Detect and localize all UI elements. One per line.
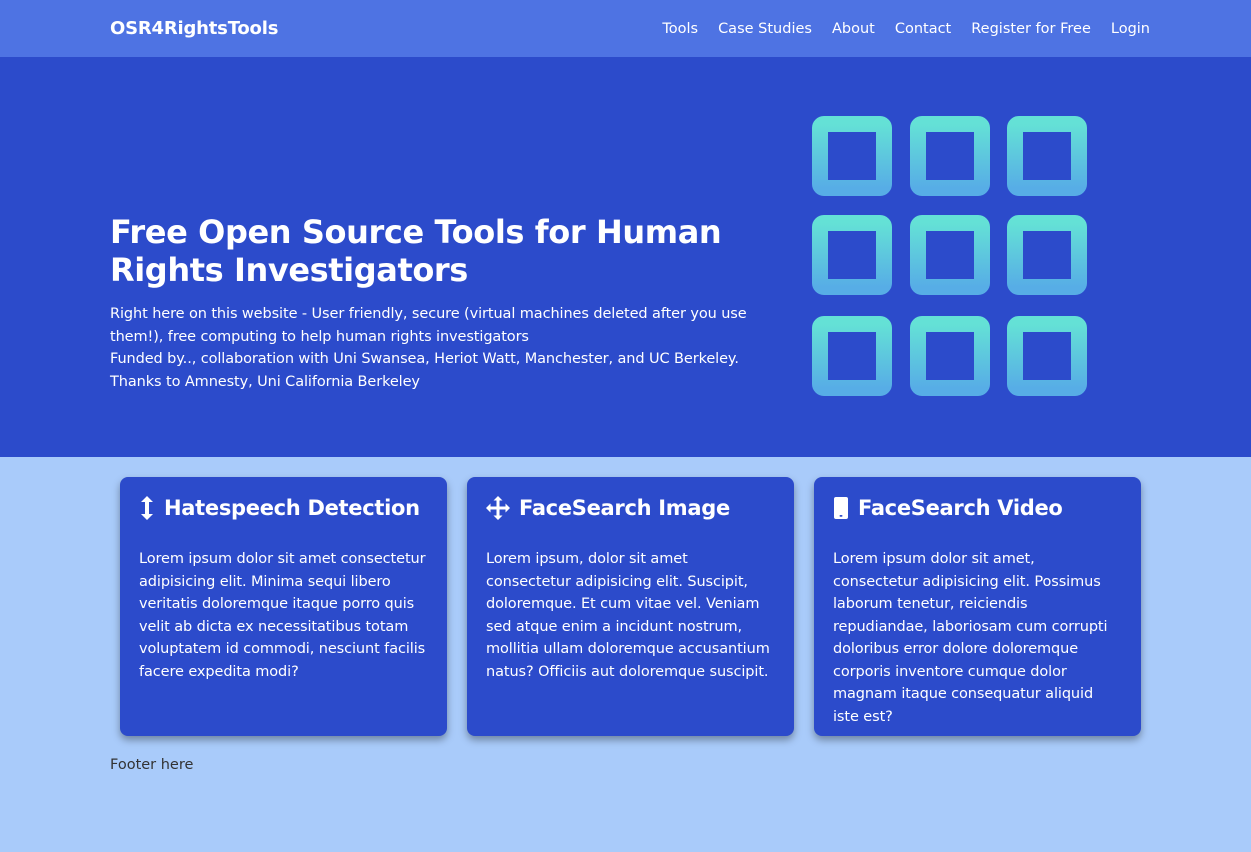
nav-link-register[interactable]: Register for Free [971, 21, 1091, 37]
card-title: FaceSearch Video [858, 496, 1063, 520]
hero-funding: Funded by.., collaboration with Uni Swan… [110, 351, 739, 367]
nav-link-login[interactable]: Login [1111, 21, 1150, 37]
hero-thanks: Thanks to Amnesty, Uni California Berkel… [110, 373, 420, 390]
nav-link-case-studies[interactable]: Case Studies [718, 21, 812, 37]
card-title: FaceSearch Image [519, 496, 730, 520]
card-body: Lorem ipsum dolor sit amet consectetur a… [139, 551, 426, 680]
navbar: OSR4RightsTools Tools Case Studies About… [0, 0, 1251, 57]
card-body: Lorem ipsum dolor sit amet, consectetur … [833, 551, 1108, 725]
card-header: Hatespeech Detection [139, 493, 428, 523]
hero-section: Free Open Source Tools for Human Rights … [0, 57, 1251, 457]
brand-logo-link[interactable]: OSR4RightsTools [110, 18, 278, 39]
hero-text: Free Open Source Tools for Human Rights … [110, 213, 750, 393]
footer-text: Footer here [110, 757, 194, 773]
card-body: Lorem ipsum, dolor sit amet consectetur … [486, 551, 770, 680]
nav-link-contact[interactable]: Contact [895, 21, 951, 37]
hero-description: Right here on this website - User friend… [110, 306, 747, 345]
card-title: Hatespeech Detection [164, 496, 420, 520]
arrows-vertical-icon [139, 496, 155, 520]
phone-icon [833, 496, 849, 520]
card-header: FaceSearch Image [486, 493, 775, 523]
card-facesearch-video[interactable]: FaceSearch Video Lorem ipsum dolor sit a… [814, 477, 1141, 736]
card-hatespeech-detection[interactable]: Hatespeech Detection Lorem ipsum dolor s… [120, 477, 447, 736]
nav-links: Tools Case Studies About Contact Registe… [662, 21, 1150, 37]
card-header: FaceSearch Video [833, 493, 1122, 523]
tool-cards: Hatespeech Detection Lorem ipsum dolor s… [120, 477, 1141, 736]
hero-title: Free Open Source Tools for Human Rights … [110, 213, 722, 289]
grid-icon [812, 116, 1087, 396]
arrows-move-icon [486, 496, 510, 520]
card-facesearch-image[interactable]: FaceSearch Image Lorem ipsum, dolor sit … [467, 477, 794, 736]
nav-link-tools[interactable]: Tools [662, 21, 698, 37]
nav-link-about[interactable]: About [832, 21, 875, 37]
